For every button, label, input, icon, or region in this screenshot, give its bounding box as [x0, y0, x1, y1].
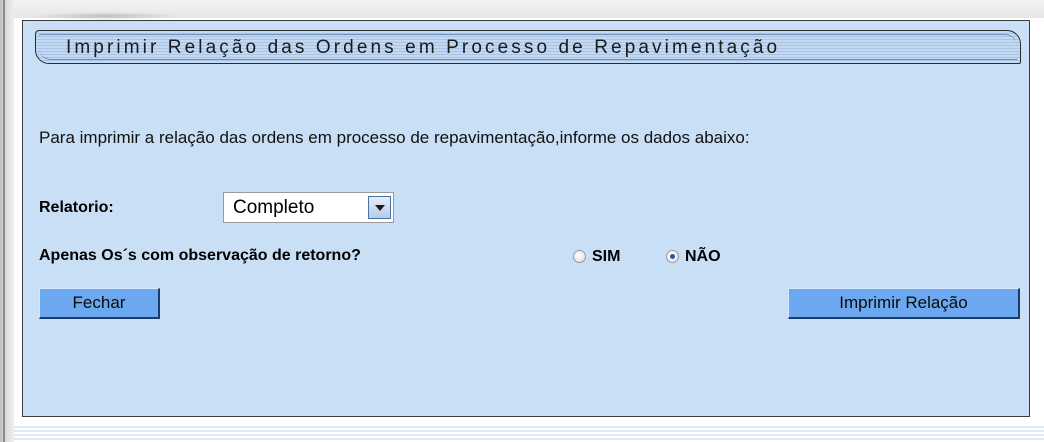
print-report-panel: Imprimir Relação das Ordens em Processo …: [22, 20, 1030, 417]
radio-nao[interactable]: [666, 250, 679, 263]
instructions-text: Para imprimir a relação das ordens em pr…: [39, 128, 750, 147]
radio-sim[interactable]: [573, 250, 586, 263]
left-edge-line: [3, 0, 5, 442]
radio-nao-label: NÃO: [685, 248, 721, 265]
left-window-edge: [0, 0, 14, 442]
panel-title: Imprimir Relação das Ordens em Processo …: [66, 37, 781, 58]
print-report-button[interactable]: Imprimir Relação: [788, 288, 1020, 319]
relatorio-label: Relatorio:: [39, 199, 114, 216]
dropdown-arrow-icon[interactable]: [368, 196, 391, 219]
relatorio-select[interactable]: Completo: [223, 192, 394, 223]
panel-title-bar: Imprimir Relação das Ordens em Processo …: [35, 30, 1021, 64]
radio-sim-label: SIM: [592, 248, 621, 265]
return-observation-label: Apenas Os´s com observação de retorno?: [39, 247, 361, 264]
close-button[interactable]: Fechar: [39, 288, 160, 319]
bottom-striped-area: [14, 424, 1044, 442]
top-shadow: [30, 12, 180, 20]
relatorio-selected-value: Completo: [233, 197, 315, 218]
page: Imprimir Relação das Ordens em Processo …: [0, 0, 1044, 442]
